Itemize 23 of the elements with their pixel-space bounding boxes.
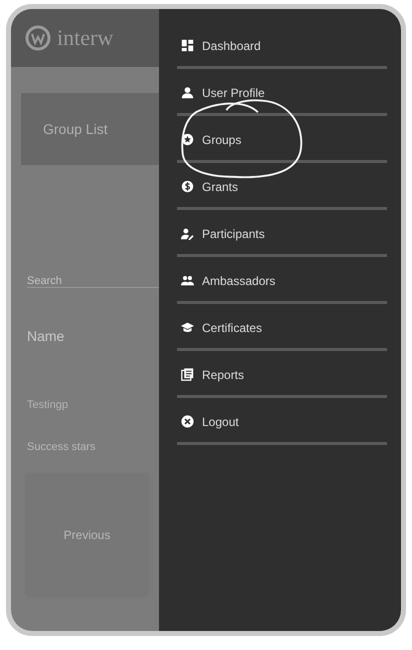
menu-item[interactable]: Reports: [177, 354, 387, 398]
menu-item[interactable]: Groups: [177, 119, 387, 163]
menu-item[interactable]: Grants: [177, 166, 387, 210]
menu-item[interactable]: Participants: [177, 213, 387, 257]
menu-item[interactable]: User Profile: [177, 72, 387, 116]
close-icon: [181, 415, 194, 428]
page-title: Group List: [21, 93, 159, 165]
menu-item[interactable]: Logout: [177, 401, 387, 445]
person-icon: [181, 86, 194, 99]
stars-label: Success stars: [27, 441, 96, 453]
menu-item[interactable]: Certificates: [177, 307, 387, 351]
dollar-icon: [181, 180, 194, 193]
menu-item[interactable]: Dashboard: [177, 25, 387, 69]
person-icon: [181, 227, 194, 240]
dashboard-icon: [181, 39, 194, 52]
report-icon: [181, 368, 194, 381]
menu-item[interactable]: Ambassadors: [177, 260, 387, 304]
search-field[interactable]: Search: [27, 275, 159, 288]
graduation-cap-icon: [181, 321, 194, 334]
logo-text: interw: [57, 25, 114, 51]
column-label: Name: [27, 328, 66, 344]
logo-icon: [25, 25, 51, 51]
people-icon: [181, 274, 194, 287]
